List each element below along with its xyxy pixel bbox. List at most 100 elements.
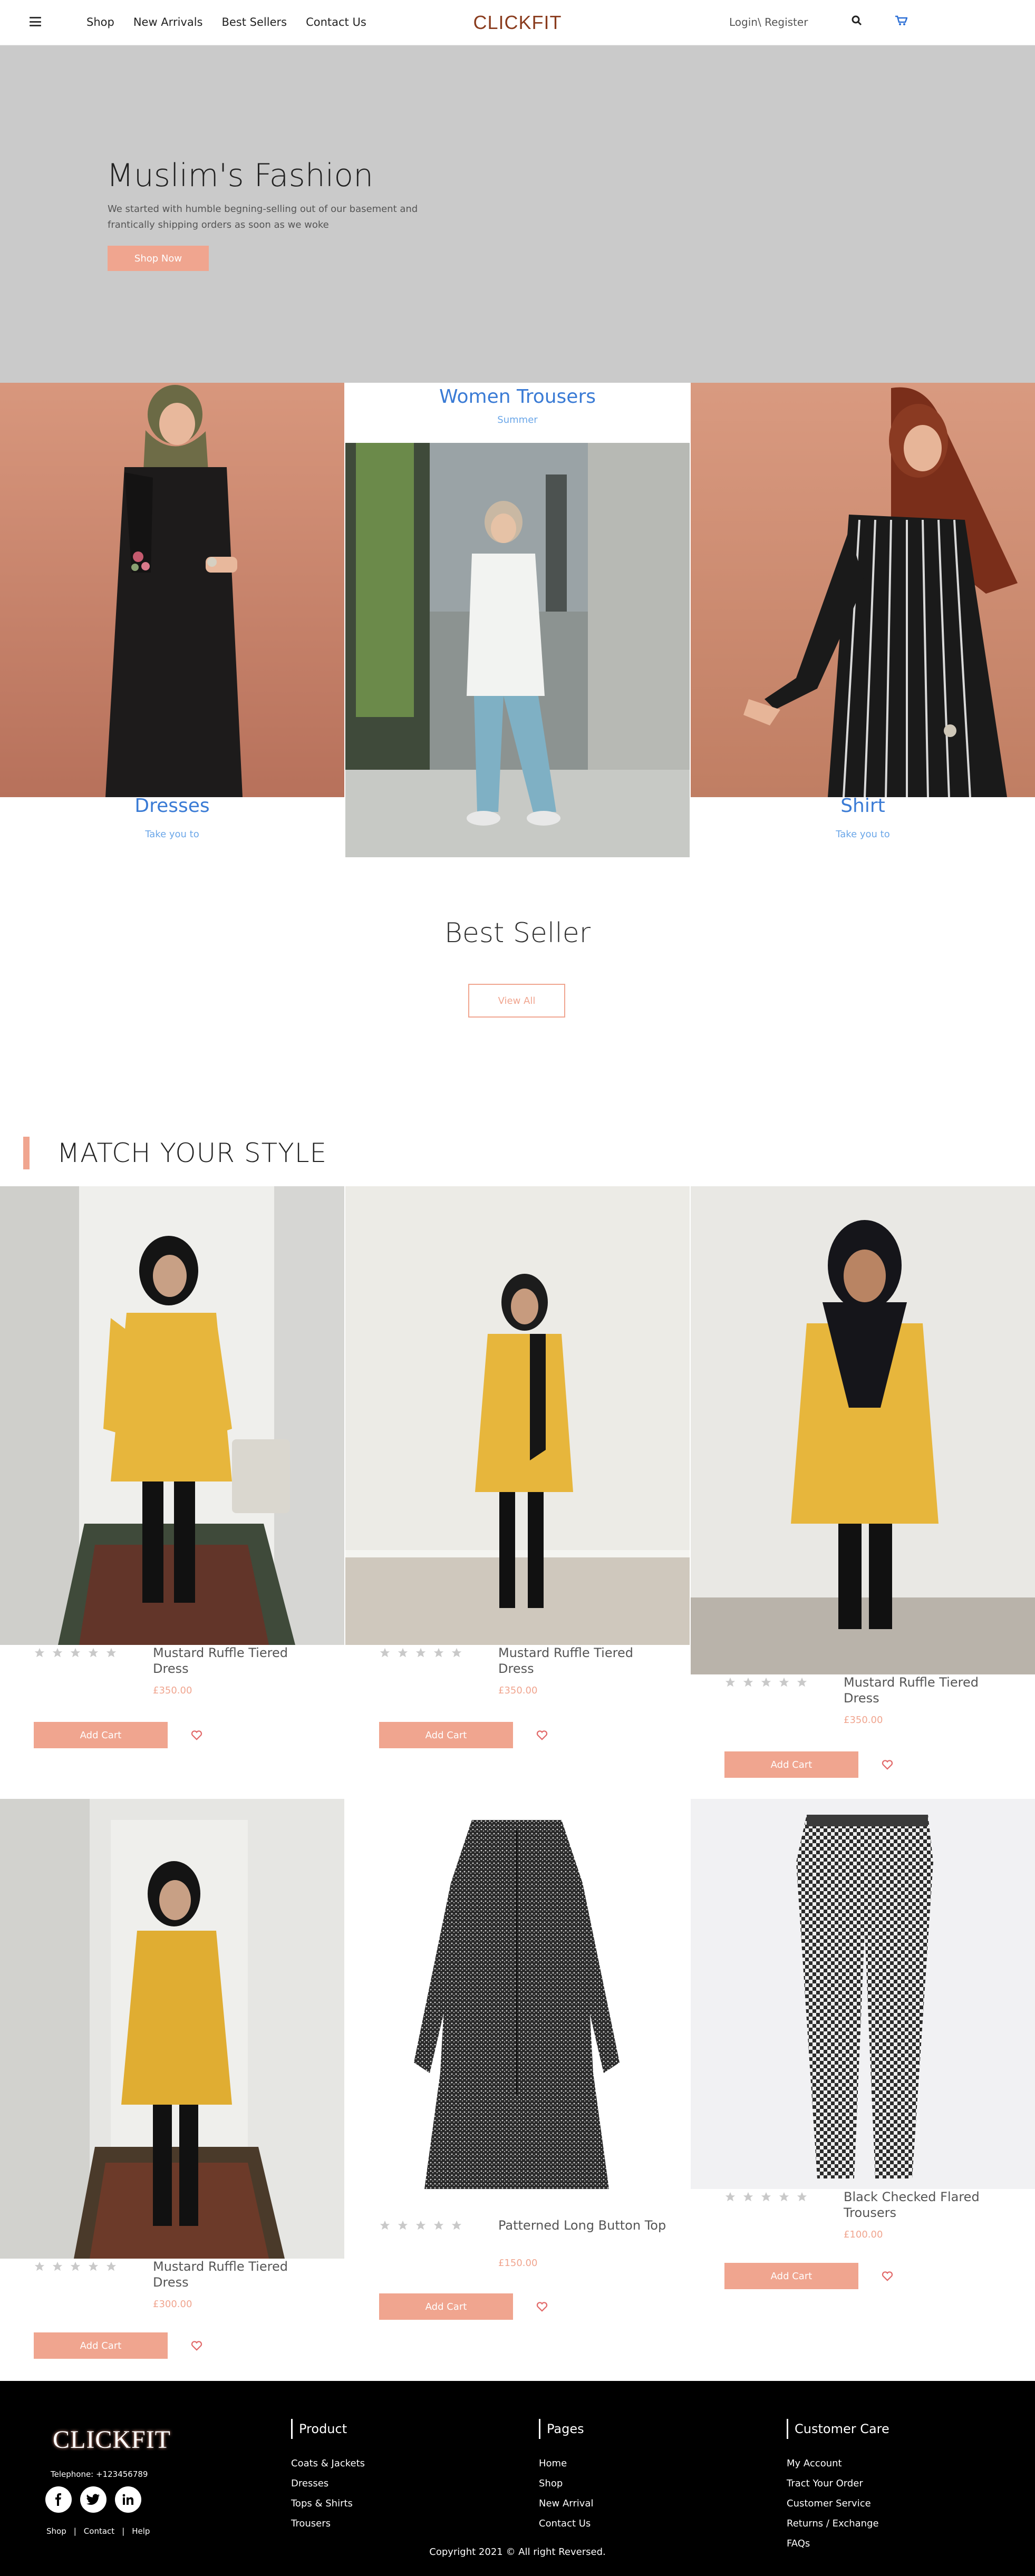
- shop-now-button[interactable]: Shop Now: [108, 246, 209, 271]
- star-icon: [451, 1648, 462, 1658]
- product-card[interactable]: Black Checked Flared Trousers £100.00 Ad…: [691, 1799, 1035, 2300]
- product-card[interactable]: Mustard Ruffle Tiered Dress £350.00 Add …: [0, 1186, 344, 1748]
- star-rating: [379, 2220, 462, 2231]
- match-your-style-title: MATCH YOUR STYLE: [57, 1138, 327, 1168]
- footer-link[interactable]: Tract Your Order: [787, 2474, 889, 2494]
- add-cart-button[interactable]: Add Cart: [379, 2293, 513, 2320]
- nav-new-arrivals[interactable]: New Arrivals: [133, 16, 203, 28]
- social-links: [45, 2486, 141, 2513]
- category-subtitle: Take you to: [836, 829, 890, 840]
- category-shirt[interactable]: Shirt Take you to: [691, 383, 1035, 857]
- footer-link[interactable]: Home: [539, 2454, 593, 2474]
- cart-icon[interactable]: [895, 15, 907, 26]
- footer-phone: Telephone: +123456789: [51, 2470, 148, 2479]
- footer-logo[interactable]: CLICKFIT: [53, 2425, 171, 2454]
- star-icon: [52, 2261, 63, 2271]
- heart-icon[interactable]: [536, 1730, 548, 1740]
- twitter-icon[interactable]: [80, 2486, 107, 2513]
- star-icon: [433, 1648, 444, 1658]
- star-icon: [34, 1648, 45, 1658]
- site-logo[interactable]: CLICKFIT: [473, 12, 562, 34]
- category-women-trousers[interactable]: Women Trousers Summer: [345, 383, 690, 857]
- category-image-trousers: [345, 443, 690, 857]
- copyright-text: Copyright 2021 © All right Reversed.: [429, 2546, 606, 2558]
- footer-link[interactable]: My Account: [787, 2454, 889, 2474]
- star-rating: [34, 1647, 117, 1659]
- star-icon: [433, 2220, 444, 2230]
- add-cart-button[interactable]: Add Cart: [724, 1751, 858, 1778]
- footer-link[interactable]: Dresses: [291, 2474, 365, 2494]
- product-name[interactable]: Mustard Ruffle Tiered Dress: [498, 1645, 667, 1677]
- star-icon: [761, 2192, 771, 2202]
- footer-column-customer-care: Customer Care My Account Tract Your Orde…: [787, 2419, 889, 2554]
- category-title[interactable]: Women Trousers: [345, 386, 690, 408]
- footer-link-contact[interactable]: Contact: [84, 2526, 114, 2536]
- footer-link-shop[interactable]: Shop: [46, 2526, 66, 2536]
- menu-icon[interactable]: [30, 17, 41, 26]
- heart-icon[interactable]: [882, 1759, 893, 1770]
- auth-separator: \: [757, 16, 761, 28]
- footer-link[interactable]: Trousers: [291, 2514, 365, 2534]
- heart-icon[interactable]: [191, 1730, 202, 1740]
- star-rating: [379, 1647, 462, 1659]
- star-icon: [415, 2220, 426, 2230]
- footer-link[interactable]: New Arrival: [539, 2494, 593, 2514]
- product-name[interactable]: Patterned Long Button Top: [498, 2217, 667, 2233]
- product-card[interactable]: Mustard Ruffle Tiered Dress £350.00 Add …: [691, 1186, 1035, 1778]
- nav-contact-us[interactable]: Contact Us: [306, 16, 366, 28]
- linkedin-icon[interactable]: [115, 2486, 141, 2513]
- heart-icon[interactable]: [536, 2301, 548, 2312]
- login-link[interactable]: Login: [729, 16, 758, 28]
- star-icon: [34, 2261, 45, 2271]
- product-name[interactable]: Mustard Ruffle Tiered Dress: [153, 2259, 322, 2290]
- hero-text: We started with humble begning-selling o…: [108, 204, 418, 230]
- product-name[interactable]: Mustard Ruffle Tiered Dress: [844, 1674, 1012, 1706]
- heart-icon[interactable]: [191, 2340, 202, 2351]
- star-icon: [743, 2192, 753, 2202]
- star-rating: [724, 1677, 808, 1688]
- product-card[interactable]: Patterned Long Button Top £150.00 Add Ca…: [345, 1799, 690, 2326]
- main-nav: Shop New Arrivals Best Sellers Contact U…: [86, 16, 385, 28]
- footer-small-links: Shop | Contact | Help: [46, 2526, 150, 2536]
- register-link[interactable]: Register: [765, 16, 808, 28]
- footer-link[interactable]: Returns / Exchange: [787, 2514, 889, 2534]
- footer-link[interactable]: Customer Service: [787, 2494, 889, 2514]
- add-cart-button[interactable]: Add Cart: [379, 1722, 513, 1748]
- product-card[interactable]: Mustard Ruffle Tiered Dress £300.00 Add …: [0, 1799, 344, 2359]
- search-icon[interactable]: [852, 15, 862, 26]
- star-icon: [106, 2261, 117, 2271]
- star-icon: [398, 1648, 408, 1658]
- product-image: [0, 1799, 344, 2259]
- add-cart-button[interactable]: Add Cart: [724, 2263, 858, 2289]
- view-all-button[interactable]: View All: [468, 984, 565, 1018]
- category-dresses[interactable]: Dresses Take you to: [0, 383, 344, 857]
- star-icon: [398, 2220, 408, 2230]
- footer-column-title: Pages: [539, 2419, 593, 2439]
- footer-link[interactable]: Tops & Shirts: [291, 2494, 365, 2514]
- star-icon: [70, 1648, 81, 1658]
- footer-column-title: Product: [291, 2419, 365, 2439]
- product-image: [691, 1186, 1035, 1674]
- star-icon: [415, 1648, 426, 1658]
- footer-link-help[interactable]: Help: [132, 2526, 150, 2536]
- nav-best-sellers[interactable]: Best Sellers: [221, 16, 287, 28]
- heart-icon[interactable]: [882, 2271, 893, 2281]
- category-subtitle: Summer: [497, 414, 538, 425]
- product-card[interactable]: Mustard Ruffle Tiered Dress £350.00 Add …: [345, 1186, 690, 1748]
- category-image-dresses: [0, 383, 344, 797]
- add-cart-button[interactable]: Add Cart: [34, 1722, 168, 1748]
- category-title[interactable]: Shirt: [691, 795, 1035, 817]
- footer-link[interactable]: Coats & Jackets: [291, 2454, 365, 2474]
- product-name[interactable]: Black Checked Flared Trousers: [844, 2189, 1012, 2221]
- footer-link[interactable]: Shop: [539, 2474, 593, 2494]
- footer-link[interactable]: Contact Us: [539, 2514, 593, 2534]
- product-image: [691, 1799, 1035, 2189]
- add-cart-button[interactable]: Add Cart: [34, 2332, 168, 2359]
- category-title[interactable]: Dresses: [0, 795, 344, 817]
- star-icon: [725, 1677, 736, 1687]
- facebook-icon[interactable]: [45, 2486, 72, 2513]
- nav-shop[interactable]: Shop: [86, 16, 114, 28]
- product-name[interactable]: Mustard Ruffle Tiered Dress: [153, 1645, 322, 1677]
- star-icon: [743, 1677, 753, 1687]
- auth-links: Login\ Register: [729, 16, 808, 28]
